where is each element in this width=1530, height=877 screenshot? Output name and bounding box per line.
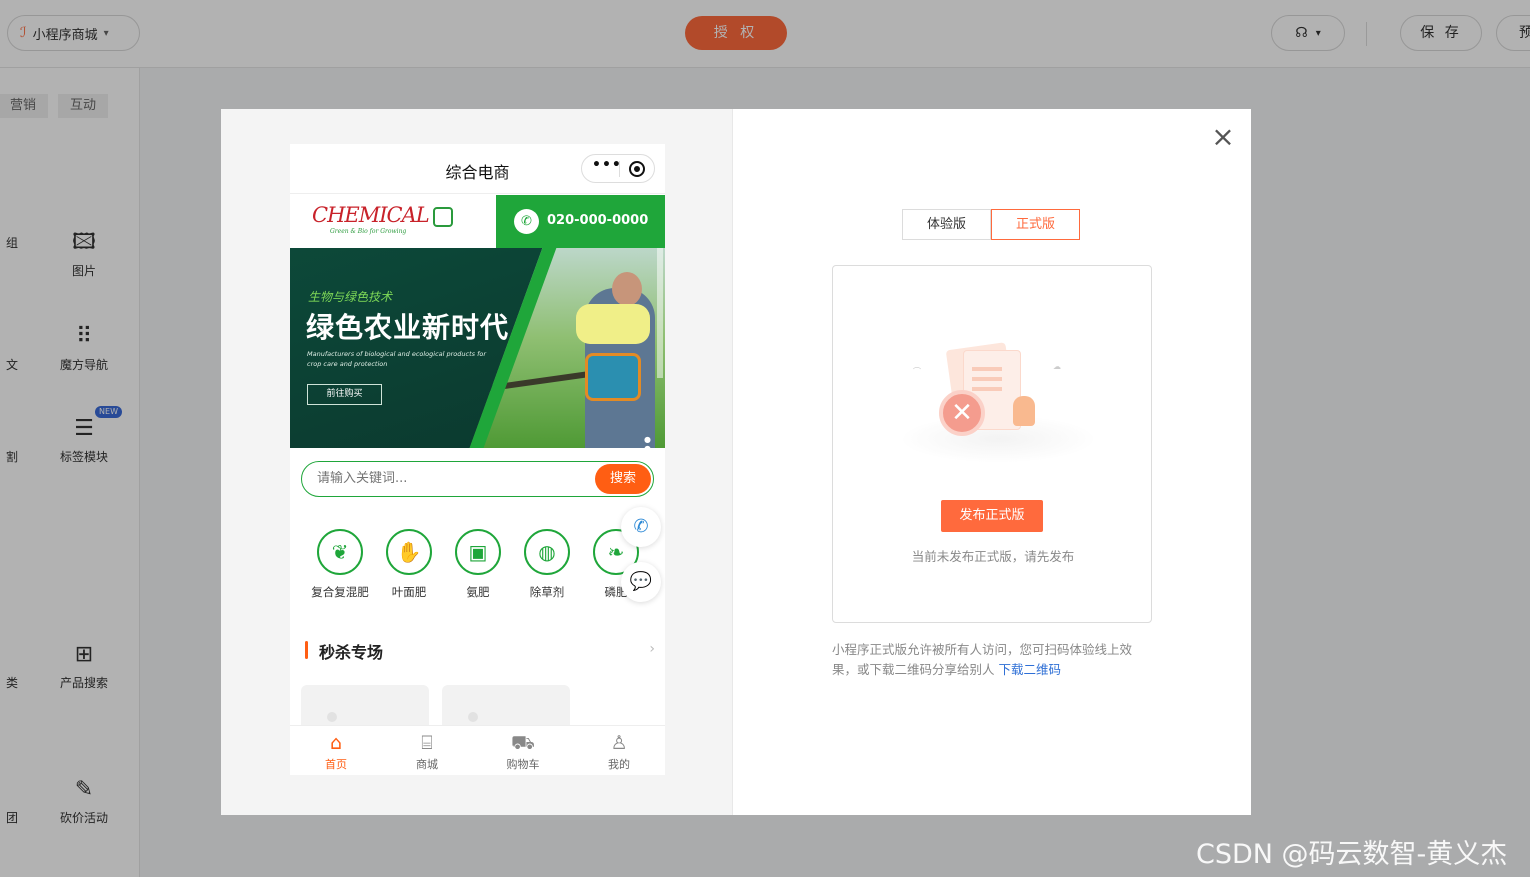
phone-call-float-icon[interactable]: ✆ [621,507,661,547]
banner-overlay [290,248,560,448]
cloud-icon: ☁ [1053,362,1061,371]
banner-description: Manufacturers of biological and ecologic… [307,350,487,368]
preview-pane: 综合电商 ••• CHEMICAL Green & Bio for Growin… [221,109,733,815]
publish-modal: 综合电商 ••• CHEMICAL Green & Bio for Growin… [221,109,1251,815]
category-item[interactable]: ◍ 除草剂 [512,529,582,600]
version-tabs: 体验版 正式版 [902,209,1080,240]
category-label: 氨肥 [466,585,490,599]
search-input[interactable] [317,471,577,486]
category-item[interactable]: ▣ 氨肥 [443,529,513,600]
more-icon[interactable]: ••• [592,157,622,173]
user-icon: ♙ [610,732,628,754]
phone-tab-bar: ⌂ 首页 ⌸ 商城 ⛟ 购物车 ♙ 我的 [290,725,665,775]
csdn-watermark: CSDN @码云数智-黄义杰 [1196,839,1508,870]
category-item[interactable]: ✋ 叶面肥 [374,529,444,600]
cart-icon: ⛟ [511,732,535,754]
bird-icon: ⌒ [913,367,921,376]
category-label: 除草剂 [529,585,565,599]
brand-logo[interactable]: CHEMICAL [312,203,453,227]
phone-preview: 综合电商 ••• CHEMICAL Green & Bio for Growin… [290,144,665,775]
brand-header: CHEMICAL Green & Bio for Growing ✆ 020-0… [290,195,665,248]
qr-code-card: ✕ ⌒ ☁ 发布正式版 当前未发布正式版，请先发布 [832,265,1152,623]
seckill-section-header[interactable]: 秒杀专场 › [305,639,655,663]
search-bar: 搜索 [301,461,654,497]
phone-icon: ✆ [514,209,539,234]
close-target-icon[interactable] [629,161,645,177]
hand-leaf-icon: ✋ [386,529,432,575]
category-item[interactable]: ❦ 复合复混肥 [305,529,375,600]
tab-label: 首页 [325,758,347,771]
tab-store[interactable]: ⌸ 商城 [397,732,457,772]
hero-banner[interactable]: 生物与绿色技术 绿色农业新时代 Manufacturers of biologi… [290,248,665,448]
globe-icon: ◍ [524,529,570,575]
person-figure [1013,396,1035,426]
close-icon[interactable]: × [1211,123,1235,151]
phone-nav-bar: 综合电商 ••• [290,144,665,194]
category-nav: ❦ 复合复混肥 ✋ 叶面肥 ▣ 氨肥 ◍ 除草剂 ❧ 磷肥 [290,529,665,609]
error-x-icon: ✕ [939,390,985,436]
home-icon: ⌂ [329,732,343,754]
spray-tank [576,304,650,344]
banner-tag: 生物与绿色技术 [308,290,393,304]
chevron-right-icon: › [649,641,655,657]
carousel-dots[interactable]: ● ● [644,435,665,448]
capsule-menu[interactable]: ••• [581,154,655,183]
banner-title: 绿色农业新时代 [306,311,510,344]
tab-label: 购物车 [506,758,540,771]
tab-label: 我的 [608,758,630,771]
not-published-illustration: ✕ ⌒ ☁ [903,326,1093,476]
section-accent-bar [305,641,308,659]
sprayer-engine [585,353,641,401]
store-icon: ⌸ [421,732,433,754]
tab-official-version[interactable]: 正式版 [991,209,1080,240]
banner-buy-button[interactable]: 前往购买 [307,384,382,405]
fertilizer-bag-icon: ▣ [455,529,501,575]
tab-profile[interactable]: ♙ 我的 [589,732,649,772]
farmer-head [612,272,642,306]
download-qr-link[interactable]: 下载二维码 [999,662,1062,677]
search-button[interactable]: 搜索 [595,464,651,494]
seckill-title: 秒杀专场 [319,643,384,662]
hotline-number: 020-000-0000 [547,213,649,228]
tab-cart[interactable]: ⛟ 购物车 [493,732,553,772]
leaf-bag-icon [432,206,453,227]
tab-home[interactable]: ⌂ 首页 [306,732,366,772]
brand-tagline: Green & Bio for Growing [330,228,407,235]
publish-status-text: 当前未发布正式版，请先发布 [911,549,1075,564]
publish-official-button[interactable]: 发布正式版 [941,500,1043,532]
sprout-icon: ❦ [317,529,363,575]
tab-label: 商城 [416,758,438,771]
description-text: 小程序正式版允许被所有人访问，您可扫码体验线上效果，或下载二维码分享给别人 [832,642,1133,677]
tab-trial-version[interactable]: 体验版 [902,209,991,240]
divider [619,161,620,177]
hotline-block[interactable]: ✆ 020-000-0000 [496,195,665,248]
wechat-float-icon[interactable]: 💬 [621,562,661,602]
category-label: 复合复混肥 [311,585,369,599]
category-label: 叶面肥 [391,585,427,599]
publish-description: 小程序正式版允许被所有人访问，您可扫码体验线上效果，或下载二维码分享给别人 下载… [832,640,1152,680]
banner-scroll-indicator [657,248,663,378]
